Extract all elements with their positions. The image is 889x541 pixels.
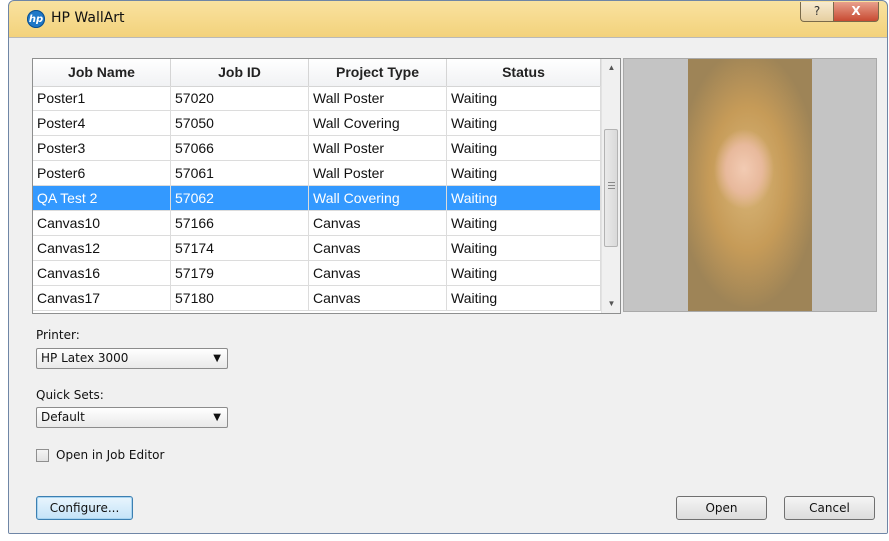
job-id-cell: 57066: [171, 136, 309, 160]
column-header-status[interactable]: Status: [447, 59, 601, 86]
window-title: HP WallArt: [51, 10, 125, 26]
job-name-cell: Canvas17: [33, 286, 171, 310]
title-bar[interactable]: hp HP WallArt ? X: [9, 1, 887, 37]
open-button[interactable]: Open: [676, 496, 767, 520]
job-name-cell: Poster1: [33, 86, 171, 110]
scroll-down-arrow-icon[interactable]: ▼: [602, 295, 620, 312]
project-type-cell: Canvas: [309, 286, 447, 310]
status-cell: Waiting: [447, 186, 601, 210]
project-type-cell: Wall Covering: [309, 186, 447, 210]
job-name-cell: Poster6: [33, 161, 171, 185]
table-row[interactable]: Poster6 57061 Wall Poster Waiting: [33, 161, 601, 186]
scrollbar-thumb[interactable]: [604, 129, 618, 247]
project-type-cell: Wall Poster: [309, 136, 447, 160]
column-header-project-type[interactable]: Project Type: [309, 59, 447, 86]
job-name-cell: Canvas12: [33, 236, 171, 260]
table-header: Job Name Job ID Project Type Status: [33, 59, 601, 87]
quick-sets-select-value: Default: [41, 410, 85, 424]
status-cell: Waiting: [447, 136, 601, 160]
job-id-cell: 57020: [171, 86, 309, 110]
quick-sets-select[interactable]: Default ▼: [36, 407, 228, 428]
job-id-cell: 57179: [171, 261, 309, 285]
status-cell: Waiting: [447, 261, 601, 285]
chevron-down-icon: ▼: [213, 412, 221, 423]
job-name-cell: Canvas16: [33, 261, 171, 285]
hp-wallart-dialog: hp HP WallArt ? X Job Name Job ID Projec…: [8, 0, 888, 534]
job-name-cell: QA Test 2: [33, 186, 171, 210]
printer-select[interactable]: HP Latex 3000 ▼: [36, 348, 228, 369]
project-type-cell: Wall Poster: [309, 161, 447, 185]
cancel-button[interactable]: Cancel: [784, 496, 875, 520]
hp-logo-icon: hp: [27, 10, 45, 28]
status-cell: Waiting: [447, 86, 601, 110]
table-row[interactable]: Canvas16 57179 Canvas Waiting: [33, 261, 601, 286]
project-type-cell: Wall Covering: [309, 111, 447, 135]
project-type-cell: Canvas: [309, 211, 447, 235]
table-row[interactable]: Canvas10 57166 Canvas Waiting: [33, 211, 601, 236]
table-row[interactable]: Poster3 57066 Wall Poster Waiting: [33, 136, 601, 161]
job-id-cell: 57050: [171, 111, 309, 135]
status-cell: Waiting: [447, 161, 601, 185]
column-header-job-id[interactable]: Job ID: [171, 59, 309, 86]
job-id-cell: 57062: [171, 186, 309, 210]
open-in-job-editor-checkbox[interactable]: [36, 449, 49, 462]
quick-sets-label: Quick Sets:: [36, 388, 104, 402]
column-header-job-name[interactable]: Job Name: [33, 59, 171, 86]
image-preview-panel: [623, 58, 877, 312]
help-button[interactable]: ?: [800, 2, 834, 22]
printer-label: Printer:: [36, 328, 80, 342]
open-in-job-editor-label[interactable]: Open in Job Editor: [56, 448, 164, 462]
job-name-cell: Canvas10: [33, 211, 171, 235]
jobs-table[interactable]: Job Name Job ID Project Type Status Post…: [32, 58, 621, 314]
job-id-cell: 57174: [171, 236, 309, 260]
configure-button[interactable]: Configure...: [36, 496, 133, 520]
job-id-cell: 57180: [171, 286, 309, 310]
project-type-cell: Canvas: [309, 261, 447, 285]
status-cell: Waiting: [447, 286, 601, 310]
job-id-cell: 57061: [171, 161, 309, 185]
table-row[interactable]: Canvas17 57180 Canvas Waiting: [33, 286, 601, 311]
status-cell: Waiting: [447, 211, 601, 235]
preview-photo: [688, 59, 812, 311]
scroll-up-arrow-icon[interactable]: ▲: [602, 59, 620, 76]
project-type-cell: Canvas: [309, 236, 447, 260]
table-body: Poster1 57020 Wall Poster Waiting Poster4 570…: [33, 86, 601, 311]
table-scrollbar[interactable]: ▲ ▼: [601, 59, 620, 313]
project-type-cell: Wall Poster: [309, 86, 447, 110]
table-row[interactable]: Poster1 57020 Wall Poster Waiting: [33, 86, 601, 111]
chevron-down-icon: ▼: [213, 353, 221, 364]
status-cell: Waiting: [447, 111, 601, 135]
status-cell: Waiting: [447, 236, 601, 260]
table-row[interactable]: Canvas12 57174 Canvas Waiting: [33, 236, 601, 261]
job-id-cell: 57166: [171, 211, 309, 235]
dialog-content: Job Name Job ID Project Type Status Post…: [9, 37, 887, 533]
close-button[interactable]: X: [833, 2, 879, 22]
job-name-cell: Poster3: [33, 136, 171, 160]
table-row[interactable]: Poster4 57050 Wall Covering Waiting: [33, 111, 601, 136]
table-row[interactable]: QA Test 2 57062 Wall Covering Waiting: [33, 186, 601, 211]
job-name-cell: Poster4: [33, 111, 171, 135]
printer-select-value: HP Latex 3000: [41, 351, 129, 365]
